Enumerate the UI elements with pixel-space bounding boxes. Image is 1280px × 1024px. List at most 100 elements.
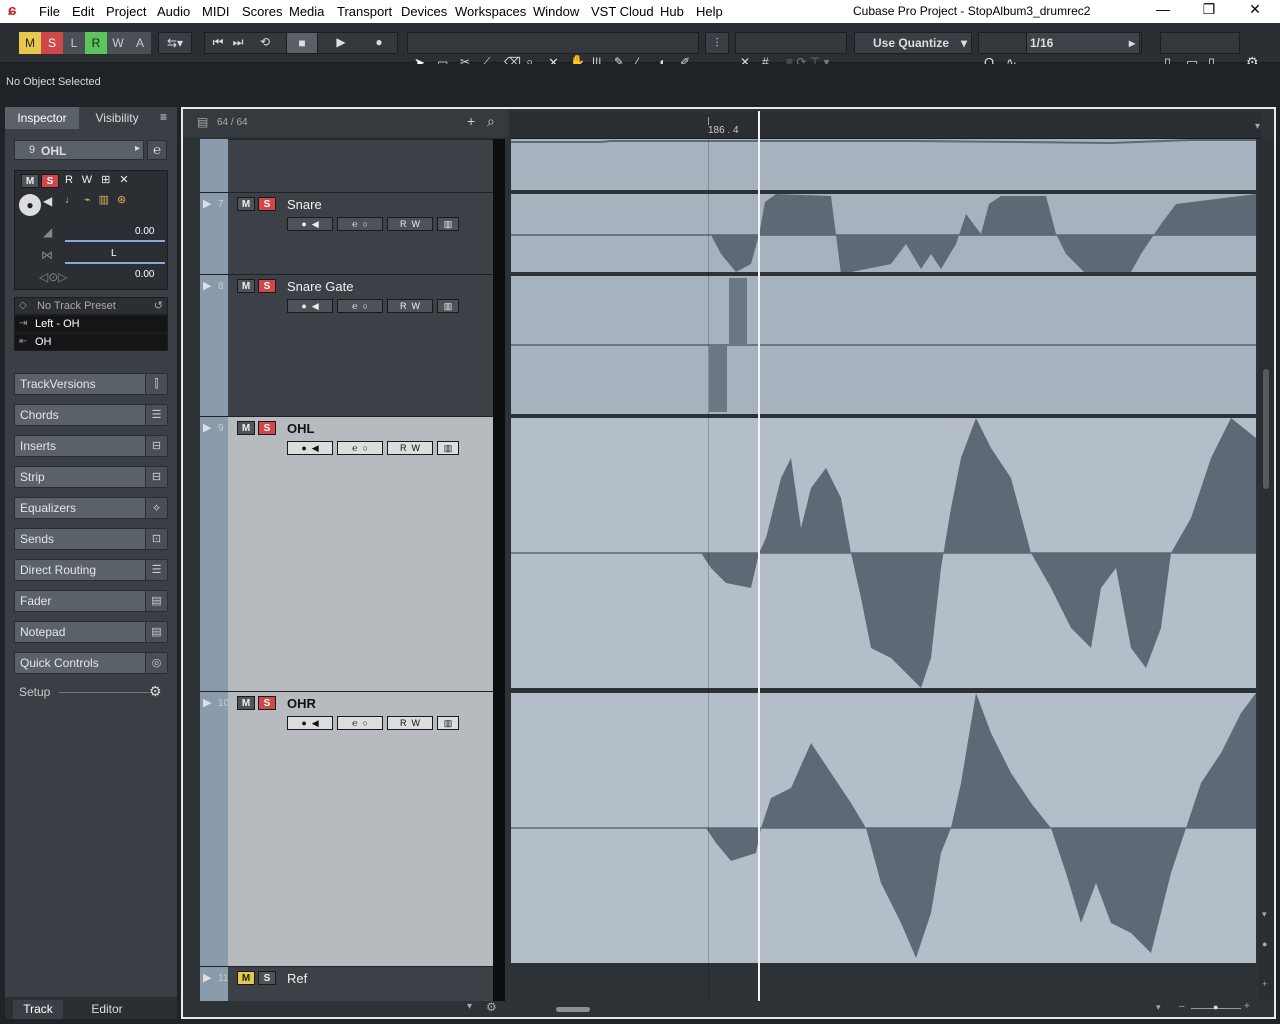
lanes-button[interactable]: ▥: [437, 716, 459, 730]
monitor-icon[interactable]: ◀: [43, 194, 52, 208]
tab-track[interactable]: Track: [13, 1000, 63, 1019]
solo-button[interactable]: S: [258, 696, 276, 710]
track-name[interactable]: Snare Gate: [287, 279, 354, 294]
cycle-icon[interactable]: ⟲: [252, 32, 278, 54]
go-to-start-icon[interactable]: ⏮: [208, 32, 228, 54]
expand-icon[interactable]: ▶: [203, 421, 211, 434]
expand-icon[interactable]: ▶: [203, 279, 211, 292]
solo-button[interactable]: S: [258, 421, 276, 435]
edit-channel-icon[interactable]: ℮: [147, 140, 167, 160]
audio-event-snare-gate[interactable]: [511, 276, 1256, 414]
menu-project[interactable]: Project: [106, 4, 146, 19]
ruler[interactable]: 186 . 4 ▾: [511, 113, 1261, 139]
track-row-ref[interactable]: ▶ 11 M S Ref: [200, 966, 493, 1001]
volume-slider[interactable]: [65, 240, 165, 242]
pan-slider[interactable]: [65, 262, 165, 264]
menu-media[interactable]: Media: [289, 4, 324, 19]
restore-icon[interactable]: ❐: [1194, 1, 1224, 18]
menu-hub[interactable]: Hub: [660, 4, 684, 19]
section-quick-controls[interactable]: Quick Controls ◎: [14, 652, 168, 674]
track-row-ohl[interactable]: ▶ 9 M S OHL ● ◀ ℮ ○ R W ▥: [200, 416, 493, 691]
gear-icon[interactable]: ⚙: [149, 683, 162, 700]
expand-icon[interactable]: ▶: [203, 971, 211, 984]
mode-listen-button[interactable]: L: [63, 32, 85, 54]
expand-icon[interactable]: ▶: [203, 696, 211, 709]
tab-inspector[interactable]: Inspector: [5, 107, 79, 129]
menu-audio[interactable]: Audio: [157, 4, 190, 19]
menu-help[interactable]: Help: [696, 4, 723, 19]
project-cursor[interactable]: [758, 111, 760, 1001]
quantize-value-dropdown[interactable]: 1/16 ▸: [1026, 32, 1140, 54]
section-strip[interactable]: Strip ⊟: [14, 466, 168, 488]
scrollbar-thumb[interactable]: [1263, 369, 1269, 489]
chevron-down-icon[interactable]: ▾: [1156, 1002, 1161, 1013]
inspector-track-header[interactable]: 9 OHL ▸: [14, 140, 144, 160]
mute-button[interactable]: M: [21, 174, 39, 188]
track-row-snare-gate[interactable]: ▶ 8 M S Snare Gate ● ◀ ℮ ○ R W ▥: [200, 274, 493, 416]
mode-auto-button[interactable]: A: [129, 32, 151, 54]
read-write-button[interactable]: R W: [387, 716, 433, 730]
track-row-partial[interactable]: [228, 139, 493, 192]
track-options-row[interactable]: ♩⌁▥⊛: [65, 193, 163, 209]
event-display[interactable]: [511, 111, 1257, 1001]
audio-event-partial[interactable]: [511, 139, 1256, 190]
minimize-icon[interactable]: —: [1148, 1, 1178, 17]
zoom-slider-icon[interactable]: ●: [1262, 939, 1267, 949]
record-enable-button[interactable]: ● ◀: [287, 441, 333, 455]
mute-button[interactable]: M: [237, 197, 255, 211]
record-enable-button[interactable]: ● ◀: [287, 716, 333, 730]
mode-read-button[interactable]: R: [85, 32, 107, 54]
cubase-logo-icon[interactable]: ɕ: [8, 3, 24, 19]
track-row-snare[interactable]: ▶ 7 M S Snare ● ◀ ℮ ○ R W ▥: [200, 192, 493, 274]
zoom-out-icon[interactable]: ▾: [1262, 909, 1267, 920]
zoom-in-icon[interactable]: +: [1262, 979, 1267, 989]
section-direct-routing[interactable]: Direct Routing ☰: [14, 559, 168, 581]
menu-transport[interactable]: Transport: [337, 4, 392, 19]
menu-scores[interactable]: Scores: [242, 4, 282, 19]
solo-button[interactable]: S: [258, 971, 276, 985]
mute-button[interactable]: M: [237, 696, 255, 710]
lanes-button[interactable]: ▥: [437, 299, 459, 313]
section-trackversions[interactable]: TrackVersions ⫿: [14, 373, 168, 395]
automation-mode-icon[interactable]: ⇆▾: [158, 32, 192, 54]
solo-button[interactable]: S: [258, 197, 276, 211]
mode-solo-button[interactable]: S: [41, 32, 63, 54]
audio-event-ohr[interactable]: [511, 693, 1256, 963]
vertical-scrollbar[interactable]: ▾ ● +: [1259, 139, 1274, 1001]
read-write-button[interactable]: R W: [387, 299, 433, 313]
delay-value[interactable]: 0.00: [135, 269, 154, 280]
edit-button[interactable]: ℮ ○: [337, 217, 383, 231]
preset-row[interactable]: ◇ No Track Preset ↺: [14, 297, 168, 315]
pan-value[interactable]: L: [111, 248, 117, 259]
solo-button[interactable]: S: [41, 174, 59, 188]
gear-icon[interactable]: ⚙: [486, 1000, 497, 1014]
read-write-button[interactable]: R W: [387, 441, 433, 455]
track-controls-row[interactable]: RW⊞✕: [65, 173, 163, 189]
track-name[interactable]: Snare: [287, 197, 322, 212]
play-icon[interactable]: ▶: [326, 32, 356, 54]
menu-devices[interactable]: Devices: [401, 4, 447, 19]
track-list-icon[interactable]: ▤: [197, 115, 208, 129]
menu-edit[interactable]: Edit: [72, 4, 94, 19]
solo-button[interactable]: S: [258, 279, 276, 293]
menu-workspaces[interactable]: Workspaces: [455, 4, 526, 19]
mode-write-button[interactable]: W: [107, 32, 129, 54]
expand-icon[interactable]: ▶: [203, 197, 211, 210]
mute-button[interactable]: M: [237, 971, 255, 985]
tab-visibility[interactable]: Visibility: [81, 107, 153, 129]
tab-editor[interactable]: Editor: [77, 1000, 137, 1019]
edit-button[interactable]: ℮ ○: [337, 716, 383, 730]
read-write-button[interactable]: R W: [387, 217, 433, 231]
track-name[interactable]: Ref: [287, 971, 307, 986]
mode-mute-button[interactable]: M: [19, 32, 41, 54]
mute-button[interactable]: M: [237, 279, 255, 293]
input-routing-row[interactable]: ⇥ Left - OH: [14, 315, 168, 333]
zoom-out-icon[interactable]: –: [1179, 1001, 1185, 1012]
auto-scroll-icon[interactable]: ⫶: [705, 32, 729, 54]
horizontal-scrollbar[interactable]: ▾ – ● +: [511, 1001, 1257, 1017]
lanes-button[interactable]: ▥: [437, 441, 459, 455]
menu-icon[interactable]: ≡: [160, 110, 167, 124]
menu-window[interactable]: Window: [533, 4, 579, 19]
chevron-down-icon[interactable]: ▾: [467, 1001, 472, 1012]
menu-midi[interactable]: MIDI: [202, 4, 229, 19]
